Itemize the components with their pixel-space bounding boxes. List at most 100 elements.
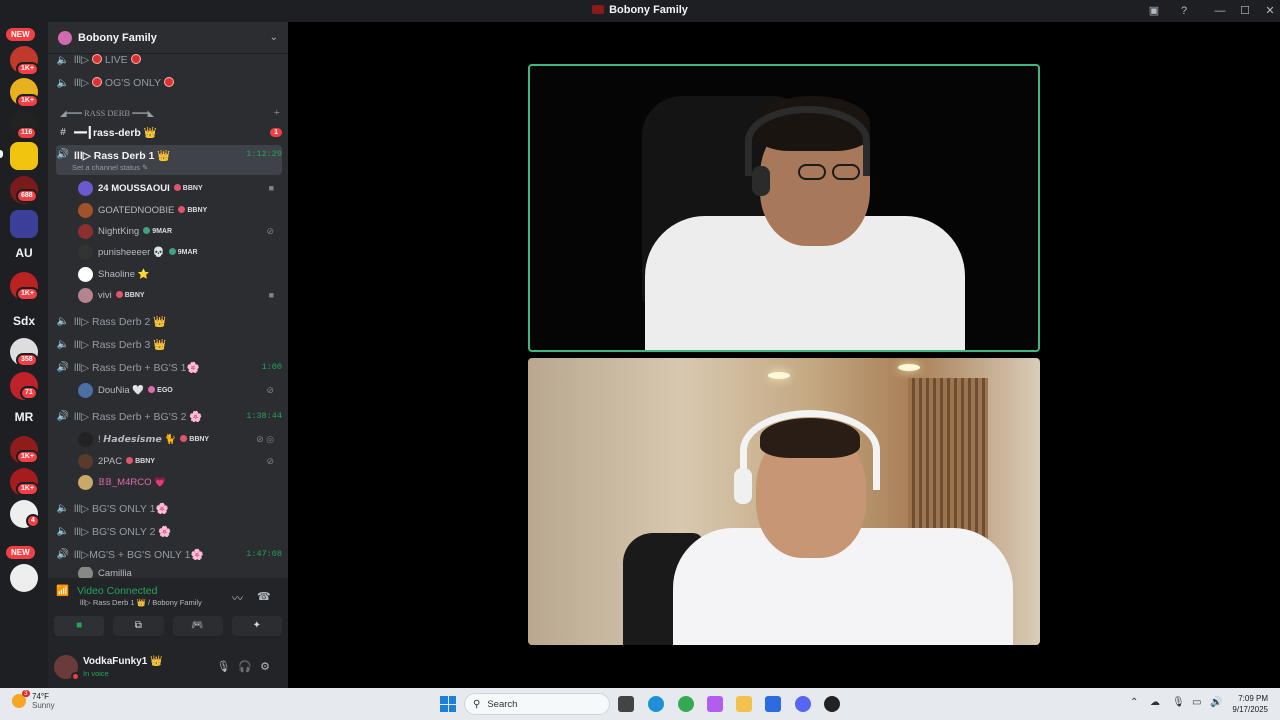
avatar [78,223,93,239]
hash-icon: # [60,126,66,138]
search-input[interactable]: ⚲ Search [464,693,610,715]
file-explorer-icon[interactable] [736,696,752,712]
voice-user[interactable]: punisheeeer 💀 9MAR [78,242,278,262]
category-rass-derb[interactable]: ◢━━━ RASS DERB ━━━◣ + [60,107,280,119]
new-badge: NEW [6,546,35,559]
voice-user[interactable]: ! 𝙃𝙖𝙙𝙚𝙨𝙞𝙨𝙢𝙚 🐈 BBNY ⊘ ◎ [78,429,278,449]
avatar[interactable] [54,655,80,681]
cloud-icon[interactable]: ☁ [1150,697,1160,708]
gear-icon[interactable]: ⚙ [260,661,278,673]
red-dot-icon [163,77,174,87]
discord-icon[interactable] [795,696,811,712]
speaker-icon: 🔈 [56,54,70,66]
noise-suppression-icon[interactable]: 〰 [232,590,243,606]
add-channel-icon[interactable]: + [274,107,280,119]
voice-user[interactable]: GOATEDNOOBIE BBNY [78,200,278,220]
speaker-icon: 🔊 [56,410,70,422]
voice-user[interactable]: DouNia 🤍 EGO ⊘ [78,380,278,400]
user-bar: VodkaFunky1 👑 In voice 🎙🎧⚙ [54,652,282,682]
new-badge: NEW [6,28,35,41]
avatar [78,382,93,398]
weather-condition: Sunny [32,701,55,710]
user-state: In voice [83,669,109,678]
folder-icon[interactable] [10,210,38,238]
guild-name: Bobony Family [78,31,157,44]
minimize-button[interactable]: — [1212,3,1228,19]
voice-user[interactable]: 𝔹𝔹_M4RCO 💗 [78,472,278,492]
selected-pill [0,150,3,158]
camera-button[interactable]: ■ [54,616,105,636]
server-icon[interactable] [10,142,38,170]
video-tile-speaking[interactable] [528,64,1040,352]
chevron-down-icon[interactable]: ⌄ [270,32,278,43]
activity-button[interactable]: 🎮 [172,616,223,636]
chrome-icon[interactable] [678,696,694,712]
soundboard-button[interactable]: ✦ [231,616,282,636]
video-tile[interactable] [528,358,1040,645]
server-text-icon[interactable]: MR [4,410,44,424]
channel-live[interactable]: 🔈 lll▷ LIVE [56,50,282,70]
channel-bg-only-2[interactable]: 🔈 lll▷ BG'S ONLY 2 🌸 [56,521,282,541]
chevron-up-icon[interactable]: ⌃ [1130,697,1138,708]
voice-user[interactable]: Shaoline ⭐ [78,264,278,284]
help-icon[interactable]: ? [1176,3,1192,19]
start-icon[interactable] [440,696,456,712]
server-text-icon[interactable]: Sdx [4,314,44,328]
speaker-icon: 🔈 [56,525,70,537]
mic-icon[interactable]: 🎙 [1172,697,1185,708]
close-button[interactable]: ✕ [1262,3,1278,19]
server-badge: 688 [16,189,38,203]
channel-timer: 1:38:44 [246,411,282,421]
disconnect-icon[interactable]: ☎ [257,590,271,603]
mic-muted-icon: ⊘ [266,455,274,466]
inbox-icon[interactable]: ▣ [1146,3,1162,19]
maximize-button[interactable]: ☐ [1237,3,1253,19]
speaker-icon: 🔊 [56,361,70,373]
weather-widget[interactable]: 3 74°F Sunny [12,690,55,710]
channel-bg-only-1[interactable]: 🔈 lll▷ BG'S ONLY 1🌸 [56,498,282,518]
guild-icon [58,30,72,45]
voice-user[interactable]: vivi BBNY ■ [78,285,278,305]
clock[interactable]: 7:09 PM 9/17/2025 [1232,693,1268,715]
headphones-icon[interactable]: 🎧 [238,661,260,673]
task-view-icon[interactable] [618,696,634,712]
channel-rass-derb-1[interactable]: 🔊 lll▷ Rass Derb 1 👑 1:12:29 Set a chann… [56,145,282,175]
signal-icon[interactable]: 📶 [56,584,69,597]
server-badge: 1K+ [16,62,40,76]
time: 7:09 PM [1238,694,1268,703]
avatar [78,431,93,447]
channel-rass-derb-bg-1[interactable]: 🔊 lll▷ Rass Derb + BG'S 1🌸 1:00 [56,357,282,377]
screen-share-button[interactable]: ⧉ [113,616,164,636]
channel-rass-derb-3[interactable]: 🔈 lll▷ Rass Derb 3 👑 [56,334,282,354]
date: 9/17/2025 [1232,705,1268,714]
channel-og-only[interactable]: 🔈 lll▷ OG'S ONLY [56,73,282,93]
speaker-icon: 🔈 [56,77,70,89]
channel-mg-bg-only-1[interactable]: 🔊 lll▷MG'S + BG'S ONLY 1🌸 1:47:08 [56,544,282,564]
channel-rass-derb-bg-2[interactable]: 🔊 lll▷ Rass Derb + BG'S 2 🌸 1:38:44 [56,406,282,426]
channel-rass-derb-2[interactable]: 🔈 lll▷ Rass Derb 2 👑 [56,311,282,331]
voice-user[interactable]: 2PAC BBNY ⊘ [78,451,278,471]
video-icon: ■ [268,290,274,300]
taskbar: 3 74°F Sunny ⚲ Search ⌃ ☁ 🎙 ▭ 🔊 7:09 PM 9… [0,688,1280,720]
copilot-icon[interactable] [707,696,723,712]
volume-icon[interactable]: 🔊 [1210,697,1222,708]
edge-icon[interactable] [648,696,664,712]
obs-icon[interactable] [824,696,840,712]
voice-user[interactable]: NightKing 9MAR ⊘ [78,221,278,241]
channel-rass-derb-text[interactable]: # ━━┃rass-derb 👑 1 [56,122,282,142]
channel-status[interactable]: Set a channel status ✎ [72,163,148,172]
store-icon[interactable] [765,696,781,712]
speaker-icon: 🔊 [56,149,70,160]
headset-cup [734,468,752,504]
channel-sidebar: Bobony Family ⌄ 🔈 lll▷ LIVE 🔈 lll▷ OG'S … [48,22,288,688]
voice-location[interactable]: lll▷ Rass Derb 1 👑 / Bobony Family [80,598,202,607]
battery-icon[interactable]: ▭ [1192,697,1201,708]
voice-user[interactable]: 24 MOUSSAOUI BBNY ■ [78,178,278,198]
avatar [78,266,93,282]
mic-icon[interactable]: 🎙 [216,661,238,673]
server-text-icon[interactable]: AU [4,246,44,260]
server-icon[interactable] [10,564,38,592]
mic-muted-icon: ⊘ [266,384,274,395]
server-badge: 358 [16,353,38,367]
temperature: 74°F [32,692,49,701]
